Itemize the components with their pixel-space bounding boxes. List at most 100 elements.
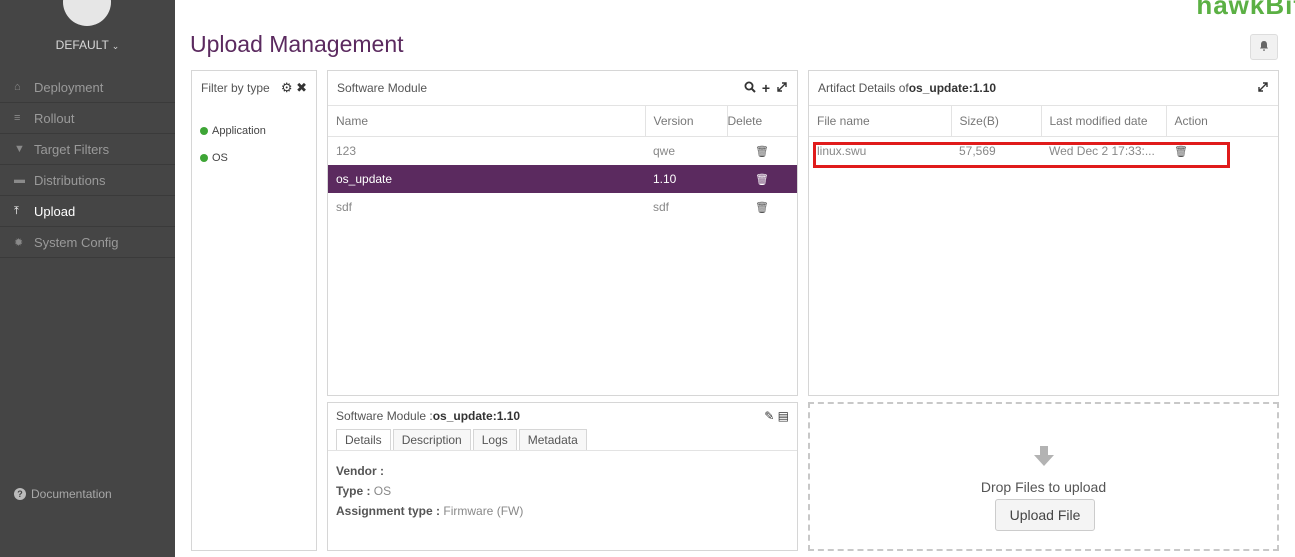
sidebar-item-target-filters[interactable]: ▼ Target Filters <box>0 134 175 165</box>
type-value: OS <box>373 484 392 498</box>
sidebar-item-label: Rollout <box>34 110 75 126</box>
column-header-version[interactable]: Version <box>645 105 728 137</box>
tenant-label: DEFAULT <box>55 38 109 52</box>
filter-header: Filter by type ⚙ ✖ <box>192 71 316 105</box>
column-header-file-name[interactable]: File name <box>809 105 952 137</box>
artifact-details-panel: Artifact Details of os_update:1.10 File … <box>808 70 1279 396</box>
tab-description[interactable]: Description <box>392 429 471 450</box>
column-header-action[interactable]: Action <box>1166 105 1278 137</box>
filter-type-os[interactable]: OS <box>200 144 316 171</box>
tab-logs[interactable]: Logs <box>472 429 517 450</box>
add-icon[interactable]: + <box>762 80 770 96</box>
upload-file-button[interactable]: Upload File <box>995 499 1095 531</box>
module-version: 1.10 <box>645 164 727 193</box>
maximize-icon[interactable] <box>1257 81 1269 96</box>
delete-cell: 🗑 <box>727 164 797 193</box>
documentation-label: Documentation <box>31 487 112 501</box>
close-icon[interactable]: ✖ <box>296 80 307 95</box>
sidebar: DEFAULT ⌄ ⌂ Deployment ≡ Rollout ▼ Target… <box>0 0 175 557</box>
archive-icon: ▬ <box>14 174 25 186</box>
details-title-module: os_update:1.10 <box>432 409 521 423</box>
gear-icon[interactable]: ⚙ <box>281 80 293 95</box>
avatar[interactable] <box>63 0 111 26</box>
page-title: Upload Management <box>190 31 404 57</box>
filter-icon: ▼ <box>14 143 25 155</box>
artifact-file-name: linux.swu <box>817 143 867 158</box>
filter-type-application[interactable]: Application <box>200 117 316 144</box>
notification-button[interactable] <box>1250 34 1278 60</box>
type-label: Type : <box>336 484 371 498</box>
column-header-size[interactable]: Size(B) <box>951 105 1042 137</box>
trash-icon[interactable]: 🗑 <box>755 202 769 214</box>
assignment-label: Assignment type : <box>336 504 441 518</box>
column-header-name[interactable]: Name <box>328 105 646 137</box>
trash-icon[interactable]: 🗑 <box>755 146 769 158</box>
delete-cell: 🗑 <box>727 193 797 221</box>
column-header-delete[interactable]: Delete <box>727 105 797 137</box>
table-row[interactable]: linux.swu 57,569 Wed Dec 2 17:33:... 🗑 <box>809 137 1278 165</box>
sidebar-item-system-config[interactable]: ✹ System Config <box>0 227 175 258</box>
assignment-value: Firmware (FW) <box>443 504 524 518</box>
table-row[interactable]: os_update 1.10 🗑 <box>328 164 797 193</box>
artifact-title-prefix: Artifact Details of <box>818 81 909 95</box>
edit-icon[interactable]: ✎ <box>764 409 774 423</box>
table-header-row: File name Size(B) Last modified date Act… <box>809 105 1278 137</box>
vendor-label: Vendor : <box>336 464 385 478</box>
module-version: qwe <box>653 143 676 158</box>
gear-icon: ✹ <box>14 236 24 249</box>
sidebar-item-label: Upload <box>34 203 76 219</box>
sidebar-item-upload[interactable]: ⤒ Upload <box>0 196 175 227</box>
bell-icon <box>1258 40 1270 55</box>
artifact-modified: Wed Dec 2 17:33:... <box>1049 143 1155 158</box>
software-module-table: Name Version Delete 123 qwe 🗑 os_update … <box>328 105 797 221</box>
details-tools: ✎ ▤ <box>764 409 789 423</box>
sidebar-item-rollout[interactable]: ≡ Rollout <box>0 103 175 134</box>
filter-tools: ⚙ ✖ <box>281 80 307 96</box>
home-icon: ⌂ <box>14 81 21 93</box>
tab-details[interactable]: Details <box>336 429 391 450</box>
table-row[interactable]: sdf sdf 🗑 <box>328 193 797 221</box>
tenant-selector[interactable]: DEFAULT ⌄ <box>0 38 175 52</box>
drop-text: Drop Files to upload <box>980 479 1107 495</box>
software-module-title: Software Module <box>337 81 428 95</box>
artifact-size: 57,569 <box>959 143 996 158</box>
sidebar-nav: ⌂ Deployment ≡ Rollout ▼ Target Filters … <box>0 72 175 258</box>
filter-type-label: Application <box>212 124 266 137</box>
trash-icon[interactable]: 🗑 <box>755 174 769 186</box>
question-icon: ? <box>14 488 26 500</box>
sidebar-item-label: System Config <box>34 234 119 250</box>
upload-drop-zone[interactable]: Drop Files to upload Upload File <box>808 402 1279 551</box>
sidebar-item-deployment[interactable]: ⌂ Deployment <box>0 72 175 103</box>
upload-icon: ⤒ <box>14 204 19 217</box>
type-color-dot <box>200 153 208 162</box>
chevron-down-icon: ⌄ <box>111 41 120 51</box>
type-color-dot <box>200 126 208 135</box>
trash-icon[interactable]: 🗑 <box>1174 146 1188 158</box>
artifact-title-module: os_update:1.10 <box>908 81 997 95</box>
table-row[interactable]: 123 qwe 🗑 <box>328 137 797 165</box>
tab-metadata[interactable]: Metadata <box>518 429 587 450</box>
action-cell: 🗑 <box>1166 137 1278 165</box>
software-module-panel: Software Module + Name Version Delete 12… <box>327 70 798 396</box>
table-icon[interactable]: ▤ <box>778 409 789 423</box>
search-icon[interactable] <box>744 80 756 96</box>
filter-title: Filter by type <box>201 81 270 95</box>
arrow-down-icon <box>1032 444 1056 468</box>
module-version: sdf <box>653 199 670 214</box>
type-row: Type : OS <box>336 481 789 501</box>
filter-panel: Filter by type ⚙ ✖ Application OS <box>191 70 317 551</box>
module-name: 123 <box>336 143 357 158</box>
documentation-link[interactable]: ? Documentation <box>14 487 112 501</box>
sidebar-item-label: Target Filters <box>34 141 110 157</box>
maximize-icon[interactable] <box>776 80 788 96</box>
artifact-table: File name Size(B) Last modified date Act… <box>809 105 1278 165</box>
logo: hawkBit <box>1196 0 1295 20</box>
sidebar-item-label: Distributions <box>34 172 106 188</box>
sidebar-item-distributions[interactable]: ▬ Distributions <box>0 165 175 196</box>
filter-type-label: OS <box>212 151 228 164</box>
assignment-row: Assignment type : Firmware (FW) <box>336 501 789 521</box>
software-module-header: Software Module + <box>328 71 797 105</box>
column-header-last-modified[interactable]: Last modified date <box>1041 105 1167 137</box>
artifact-details-header: Artifact Details of os_update:1.10 <box>809 71 1278 105</box>
module-name: sdf <box>336 199 353 214</box>
